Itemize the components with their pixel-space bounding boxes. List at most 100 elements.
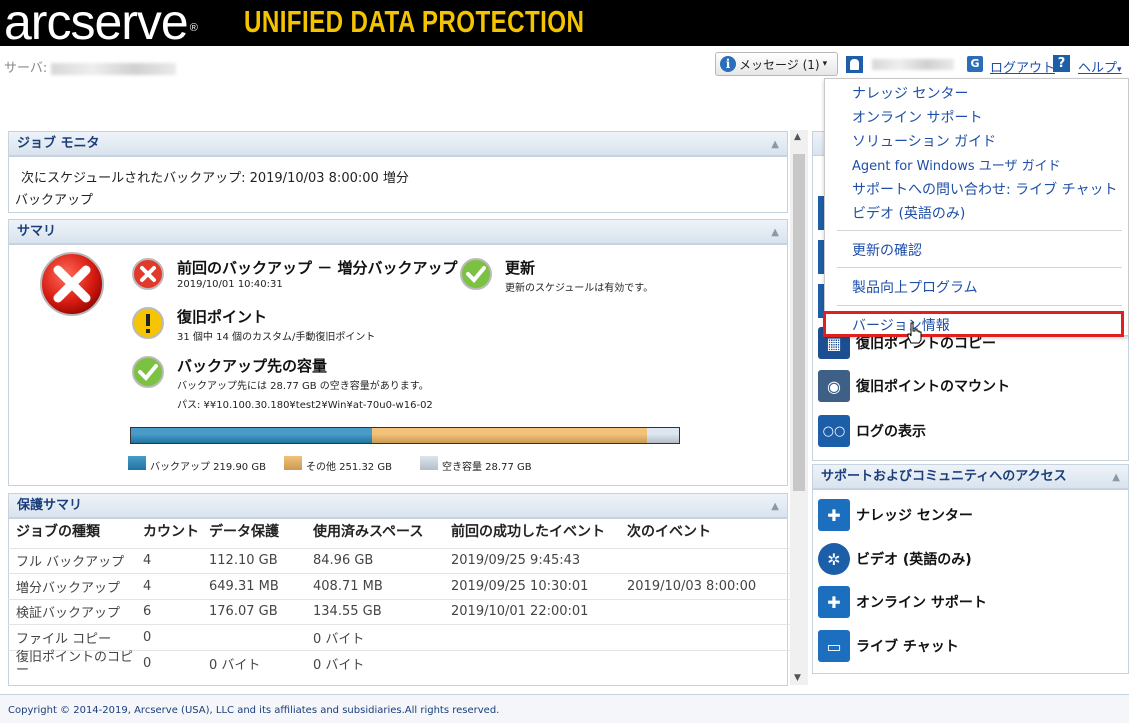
collapse-icon[interactable]: ▲ [771,221,779,244]
menu-item-online-support[interactable]: オンライン サポート [852,107,982,127]
table-cell [619,547,798,574]
collapse-icon[interactable]: ▲ [1112,466,1120,489]
footer-copyright: Copyright © 2014-2019, Arcserve (USA), L… [0,694,1129,723]
server-label: サーバ: [4,57,177,76]
table-cell [619,598,798,625]
help-icon[interactable]: ? [1053,55,1070,72]
support-knowledge-center[interactable]: ✚ ナレッジ センター [818,494,973,536]
table-row: 復旧ポイントのコピー 0 0 バイト 0 バイト [8,649,798,677]
table-cell [443,649,619,677]
task-mount-recovery-point[interactable]: ◉ 復旧ポイントのマウント [818,365,1010,407]
column-header: カウント [143,523,199,540]
scrollbar-thumb[interactable] [793,154,805,491]
table-cell: 0 バイト [305,649,443,677]
glasses-icon: ○○ [818,415,850,447]
table-cell: 2019/09/25 9:45:43 [443,547,619,574]
legend-label: その他 251.32 GB [306,462,392,473]
update-status: 更新のスケジュールは有効です。 [505,283,654,294]
table-cell: 408.71 MB [305,573,443,599]
table-cell: 2019/10/03 8:00:00 [619,573,798,599]
storage-bar-segment [131,428,372,443]
info-icon: i [720,56,736,72]
warning-icon [132,307,164,339]
job-monitor-body: 次にスケジュールされたバックアップ: 2019/10/03 8:00:00 増分… [8,156,788,213]
last-backup-time: 2019/10/01 10:40:31 [177,279,283,290]
table-cell [443,624,619,650]
legend-label: バックアップ 219.90 GB [150,462,266,473]
logout-icon[interactable]: G [967,56,983,72]
chevron-down-icon: ▾ [822,59,828,69]
table-row: 検証バックアップ 6 176.07 GB 134.55 GB 2019/10/01 22… [8,598,798,625]
table-cell: 0 [135,624,201,650]
help-dropdown-menu: ナレッジ センター オンライン サポート ソリューション ガイド Agent f… [824,78,1129,336]
storage-usage-bar [130,427,680,444]
table-cell: 2019/10/01 22:00:01 [443,598,619,625]
support-video[interactable]: ✲ ビデオ (英語のみ) [818,538,972,580]
collapse-icon[interactable]: ▲ [771,495,779,518]
column-header: 使用済みスペース [313,523,424,540]
table-cell: フル バックアップ [8,547,135,574]
recovery-points-count: 31 個中 14 個のカスタム/手動復旧ポイント [177,332,376,343]
messages-button[interactable]: i メッセージ (1) ▾ [715,52,838,76]
product-name: UNIFIED DATA PROTECTION [244,4,585,39]
column-header: ジョブの種類 [16,523,100,540]
table-cell: 検証バックアップ [8,598,135,625]
storage-bar-segment [372,428,648,443]
last-backup-title: 前回のバックアップ － 増分バックアップ [177,259,458,277]
menu-separator [837,230,1122,231]
capacity-title: バックアップ先の容量 [177,357,328,375]
scroll-down-icon[interactable]: ▼ [794,673,801,683]
column-header: 次のイベント [627,523,711,540]
plus-icon: ✚ [818,499,850,531]
table-cell: 0 バイト [201,649,305,677]
error-icon [132,258,164,290]
table-cell: 176.07 GB [201,598,305,625]
recovery-points-title: 復旧ポイント [177,308,268,326]
table-cell: 0 [135,649,201,677]
protection-table: ジョブの種類 カウント データ保護 使用済みスペース 前回の成功したイベント 次のイベント… [8,518,798,677]
table-cell: 134.55 GB [305,598,443,625]
menu-item-improvement-program[interactable]: 製品向上プログラム [852,277,978,297]
table-cell: 4 [135,547,201,574]
menu-item-knowledge-center[interactable]: ナレッジ センター [852,83,968,103]
legend-label: 空き容量 28.77 GB [442,462,532,473]
capacity-path: パス: ¥¥10.100.30.180¥test2¥Win¥at-70u0-w1… [177,400,433,411]
column-header: 前回の成功したイベント [451,523,605,540]
table-cell: 649.31 MB [201,573,305,599]
table-cell: 84.96 GB [305,547,443,574]
table-cell [619,624,798,650]
check-icon [132,356,164,388]
help-menu-link[interactable]: ヘルプ▾ [1078,57,1122,76]
table-cell: 6 [135,598,201,625]
redacted-user-name [872,59,954,70]
scroll-up-icon[interactable]: ▲ [794,132,801,142]
table-cell: 増分バックアップ [8,573,135,599]
legend-swatch [284,456,302,470]
menu-item-check-updates[interactable]: 更新の確認 [852,240,922,260]
collapse-icon[interactable]: ▲ [771,133,779,156]
support-header[interactable]: サポートおよびコミュニティへのアクセス ▲ [812,464,1129,489]
table-cell [619,649,798,677]
support-live-chat[interactable]: ▭ ライブ チャット [818,625,959,667]
plus-icon: ✚ [818,586,850,618]
summary-header[interactable]: サマリ ▲ [8,219,788,244]
update-title: 更新 [505,259,536,277]
protection-summary-header[interactable]: 保護サマリ ▲ [8,493,788,518]
top-banner: arcserve ® UNIFIED DATA PROTECTION [0,0,1129,47]
menu-item-live-chat[interactable]: サポートへの問い合わせ: ライブ チャット [852,179,1117,199]
table-cell: 4 [135,573,201,599]
support-online-support[interactable]: ✚ オンライン サポート [818,581,987,623]
job-monitor-header[interactable]: ジョブ モニタ ▲ [8,131,788,156]
table-row: フル バックアップ 4 112.10 GB 84.96 GB 2019/09/25 9:… [8,547,798,574]
menu-separator [837,305,1122,306]
table-cell: 0 バイト [305,624,443,650]
film-reel-icon: ✲ [818,543,850,575]
user-icon [846,56,863,73]
task-view-logs[interactable]: ○○ ログの表示 [818,410,926,452]
logout-link[interactable]: ログアウト [990,57,1055,76]
menu-item-solution-guide[interactable]: ソリューション ガイド [852,131,996,151]
menu-item-user-guide[interactable]: Agent for Windows ユーザ ガイド [852,155,1061,174]
chat-bubble-icon: ▭ [818,630,850,662]
menu-item-video[interactable]: ビデオ (英語のみ) [852,203,965,223]
summary-body [8,244,788,486]
